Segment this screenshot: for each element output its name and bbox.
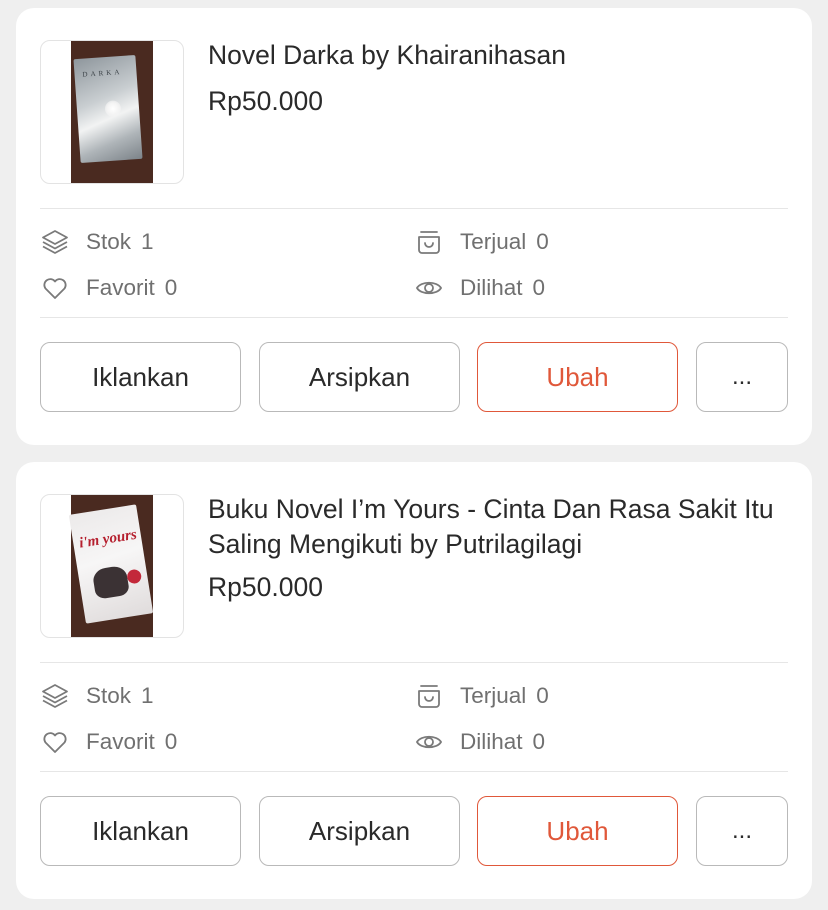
divider	[40, 208, 788, 209]
stat-value: 0	[164, 275, 178, 300]
archive-button[interactable]: Arsipkan	[259, 342, 460, 412]
divider	[40, 771, 788, 772]
product-title[interactable]: Buku Novel I’m Yours - Cinta Dan Rasa Sa…	[208, 492, 798, 562]
stat-value: 0	[532, 729, 546, 754]
basket-icon	[414, 681, 444, 711]
book-cover-title: DARKA	[82, 67, 123, 79]
product-card: DARKA Novel Darka by Khairanihasan Rp50.…	[16, 8, 812, 445]
stat-label: Favorit	[86, 729, 155, 754]
divider	[40, 317, 788, 318]
stat-value: 0	[532, 275, 546, 300]
stat-label: Dilihat	[460, 275, 523, 300]
book-cover: i'm yours	[68, 504, 154, 624]
product-photo: DARKA	[71, 41, 153, 183]
more-options-button[interactable]: ...	[696, 796, 788, 866]
basket-icon	[414, 227, 444, 257]
stat-favorit: Favorit 0	[40, 272, 177, 304]
stat-label: Stok	[86, 683, 132, 708]
stat-value: 0	[164, 729, 178, 754]
stat-value: 0	[536, 229, 549, 254]
stat-stok: Stok 1	[40, 226, 154, 258]
product-price: Rp50.000	[208, 572, 323, 602]
product-thumbnail[interactable]: DARKA	[40, 40, 184, 184]
stat-label: Stok	[86, 229, 132, 254]
stat-label: Favorit	[86, 275, 155, 300]
stat-label: Terjual	[460, 683, 527, 708]
archive-button[interactable]: Arsipkan	[259, 796, 460, 866]
edit-button[interactable]: Ubah	[477, 342, 678, 412]
product-price: Rp50.000	[208, 86, 323, 116]
stat-terjual: Terjual 0	[414, 226, 549, 258]
product-title[interactable]: Novel Darka by Khairanihasan	[208, 38, 798, 73]
eye-icon	[414, 273, 444, 303]
divider	[40, 662, 788, 663]
product-thumbnail[interactable]: i'm yours	[40, 494, 184, 638]
product-card: i'm yours Buku Novel I’m Yours - Cinta D…	[16, 462, 812, 899]
stat-terjual: Terjual 0	[414, 680, 549, 712]
heart-icon	[40, 273, 70, 303]
product-photo: i'm yours	[68, 495, 154, 637]
edit-button[interactable]: Ubah	[477, 796, 678, 866]
book-cover: DARKA	[73, 54, 143, 164]
book-cover-title: i'm yours	[78, 526, 138, 552]
stat-stok: Stok 1	[40, 680, 154, 712]
layers-icon	[40, 227, 70, 257]
stat-dilihat: Dilihat 0	[414, 272, 545, 304]
layers-icon	[40, 681, 70, 711]
stat-value: 1	[141, 229, 154, 254]
stat-value: 0	[536, 683, 549, 708]
stat-label: Terjual	[460, 229, 527, 254]
stat-value: 1	[141, 683, 154, 708]
eye-icon	[414, 727, 444, 757]
stat-dilihat: Dilihat 0	[414, 726, 545, 758]
stat-label: Dilihat	[460, 729, 523, 754]
more-options-button[interactable]: ...	[696, 342, 788, 412]
promote-button[interactable]: Iklankan	[40, 796, 241, 866]
promote-button[interactable]: Iklankan	[40, 342, 241, 412]
heart-icon	[40, 727, 70, 757]
stat-favorit: Favorit 0	[40, 726, 177, 758]
